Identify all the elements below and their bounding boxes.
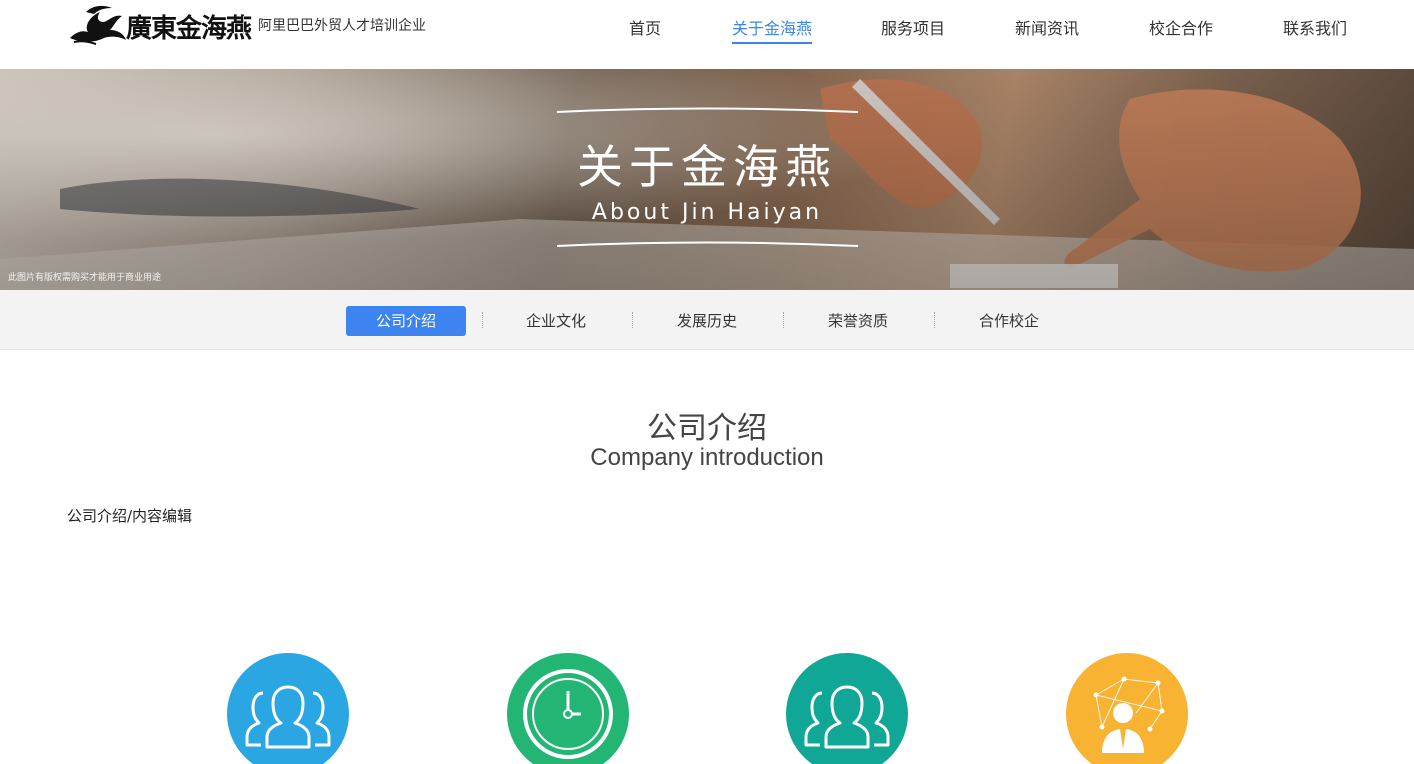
feature-circle-talent[interactable] <box>1066 653 1188 764</box>
section-subtitle: Company introduction <box>590 444 824 471</box>
subnav-divider <box>482 312 483 328</box>
hero-banner: 关于金海燕 About Jin Haiyan 此图片有版权需购买才能用于商业用途 <box>0 69 1414 290</box>
logo-divider <box>243 16 244 34</box>
feature-circle-team[interactable] <box>227 653 349 764</box>
section-content: 公司介绍/内容编辑 <box>67 507 193 525</box>
site-header: 廣東金海燕 阿里巴巴外贸人才培训企业 首页 关于金海燕 服务项目 新闻资讯 校企… <box>0 0 1414 69</box>
nav-home[interactable]: 首页 <box>629 15 661 39</box>
section-title: 公司介绍 <box>647 411 767 446</box>
subnav-history[interactable]: 发展历史 <box>647 306 767 336</box>
banner-subtitle: About Jin Haiyan <box>591 200 823 225</box>
banner-title: 关于金海燕 <box>577 140 837 194</box>
subnav-partners[interactable]: 合作校企 <box>949 306 1069 336</box>
feature-circle-time[interactable] <box>507 653 629 764</box>
nav-services[interactable]: 服务项目 <box>881 15 945 39</box>
group-icon <box>804 685 890 749</box>
sub-nav: 公司介绍 企业文化 发展历史 荣誉资质 合作校企 <box>0 290 1414 350</box>
businessman-network-icon <box>1093 676 1165 753</box>
banner-copyright-note: 此图片有版权需购买才能用于商业用途 <box>8 273 162 283</box>
nav-news[interactable]: 新闻资讯 <box>1015 15 1079 39</box>
logo[interactable]: 廣東金海燕 <box>66 2 252 46</box>
group-icon <box>245 685 331 749</box>
logo-text: 廣東金海燕 <box>126 14 252 44</box>
subnav-company-intro[interactable]: 公司介绍 <box>346 306 466 336</box>
subnav-divider <box>934 312 935 328</box>
subnav-divider <box>783 312 784 328</box>
clock-icon <box>523 669 613 759</box>
nav-cooperation[interactable]: 校企合作 <box>1149 15 1213 39</box>
nav-contact[interactable]: 联系我们 <box>1283 15 1347 39</box>
nav-active-underline <box>732 42 812 44</box>
subnav-honors[interactable]: 荣誉资质 <box>798 306 918 336</box>
subnav-culture[interactable]: 企业文化 <box>496 306 616 336</box>
feature-circle-members[interactable] <box>786 653 908 764</box>
tagline: 阿里巴巴外贸人才培训企业 <box>258 18 426 34</box>
subnav-divider <box>632 312 633 328</box>
nav-about[interactable]: 关于金海燕 <box>732 15 812 39</box>
